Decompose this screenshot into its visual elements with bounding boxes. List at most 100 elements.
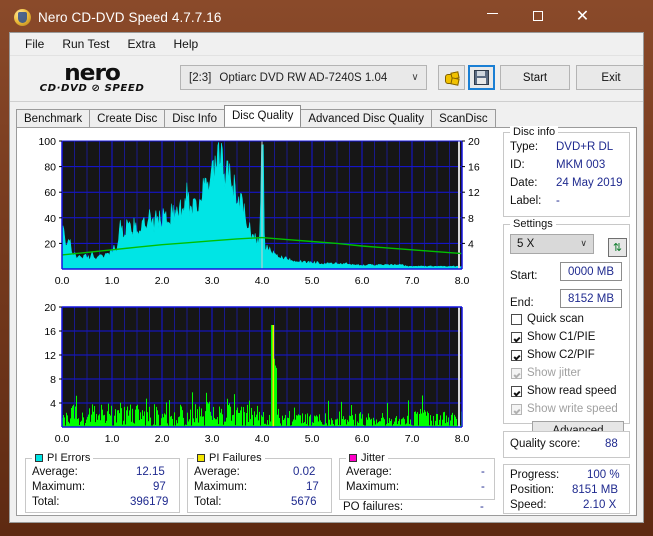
svg-text:3.0: 3.0	[205, 275, 220, 287]
chevron-down-icon: ∨	[411, 72, 419, 83]
svg-text:0.0: 0.0	[55, 275, 70, 287]
svg-text:20: 20	[44, 238, 56, 250]
checkbox-show-c2-pif[interactable]: Show C2/PIF	[511, 349, 595, 361]
checkbox-label: Show write speed	[527, 403, 618, 415]
pi-errors-stats: PI Errors Average: 12.15 Maximum: 97 Tot…	[25, 452, 180, 513]
tab-advanced-disc-quality[interactable]: Advanced Disc Quality	[300, 109, 433, 127]
menu-file[interactable]: File	[16, 35, 53, 53]
menu-run-test[interactable]: Run Test	[53, 35, 118, 53]
maximize-button[interactable]	[515, 0, 560, 31]
quality-score-group: Quality score: 88	[503, 431, 630, 458]
drive-options-button[interactable]	[438, 65, 465, 90]
pi-errors-average-value: 12.15	[136, 466, 165, 478]
menu-help[interactable]: Help	[165, 35, 208, 53]
pi-errors-chart: 20 40 60 80 100 4 8 12 16 20 0.0 1.0 2.0 3.0 4.0 5.0 6.0…	[25, 132, 495, 292]
disc-info-title: Disc info	[510, 126, 559, 138]
toolbar: nero CD·DVD ⊘ SPEED [2:3] Optiarc DVD RW…	[10, 56, 643, 102]
pi-failures-total-value: 5676	[291, 496, 317, 508]
minimize-button[interactable]	[470, 0, 515, 31]
tab-disc-quality[interactable]: Disc Quality	[224, 105, 302, 126]
svg-text:4: 4	[468, 238, 474, 250]
pi-failures-stats: PI Failures Average: 0.02 Maximum: 17 To…	[187, 452, 332, 513]
tab-create-disc[interactable]: Create Disc	[89, 109, 166, 127]
checkbox-label: Show jitter	[527, 367, 581, 379]
pi-errors-maximum-value: 97	[153, 481, 166, 493]
drive-name: Optiarc DVD RW AD-7240S 1.04	[219, 71, 388, 84]
checkbox-quick-scan[interactable]: Quick scan	[511, 313, 584, 325]
tab-scandisc[interactable]: ScanDisc	[431, 109, 496, 127]
client-area: File Run Test Extra Help nero CD·DVD ⊘ S…	[9, 32, 644, 523]
svg-text:8: 8	[50, 374, 56, 386]
jitter-maximum-label: Maximum:	[346, 481, 400, 493]
svg-text:2.0: 2.0	[155, 433, 170, 445]
start-button[interactable]: Start	[500, 65, 570, 90]
tab-benchmark[interactable]: Benchmark	[16, 109, 91, 127]
nero-logo: nero CD·DVD ⊘ SPEED	[22, 63, 162, 94]
tab-disc-info[interactable]: Disc Info	[164, 109, 225, 127]
svg-text:20: 20	[468, 136, 480, 148]
disc-label-value: -	[556, 195, 560, 207]
jitter-average-label: Average:	[346, 466, 392, 478]
close-icon: ✕	[575, 5, 590, 25]
tab-strip: Benchmark Create Disc Disc Info Disc Qua…	[16, 105, 643, 127]
disc-date-value: 24 May 2019	[556, 177, 623, 189]
disc-date-label: Date:	[510, 177, 538, 189]
svg-text:100: 100	[38, 136, 56, 148]
svg-text:3.0: 3.0	[205, 433, 220, 445]
svg-text:4.0: 4.0	[255, 433, 270, 445]
svg-text:20: 20	[44, 302, 56, 314]
checkbox-show-read-speed[interactable]: Show read speed	[511, 385, 617, 397]
disc-info-group: Disc info Type: DVD+R DL ID: MKM 003 Dat…	[503, 126, 630, 217]
disc-type-value: DVD+R DL	[556, 141, 614, 153]
pi-failures-chart-svg: 4 8 12 16 20 0.0 1.0 2.0 3.0 4.0 5.0 6.0 7.0 8.0	[44, 302, 469, 445]
drive-select[interactable]: [2:3] Optiarc DVD RW AD-7240S 1.04 ∨	[180, 65, 427, 90]
svg-text:1.0: 1.0	[105, 275, 120, 287]
pi-failures-color-swatch	[197, 454, 205, 462]
checkbox-label: Show C1/PIE	[527, 331, 596, 343]
progress-label: Progress:	[510, 469, 560, 481]
svg-text:5.0: 5.0	[305, 275, 320, 287]
menu-extra[interactable]: Extra	[118, 35, 164, 53]
svg-text:12: 12	[44, 350, 56, 362]
save-button[interactable]	[468, 65, 495, 90]
pi-failures-title-text: PI Failures	[209, 452, 262, 464]
checkbox-show-write-speed: Show write speed	[511, 403, 618, 415]
disc-type-label: Type:	[510, 141, 539, 153]
plug-icon	[444, 70, 460, 86]
svg-text:4: 4	[50, 398, 56, 410]
progress-value: 100 %	[587, 469, 620, 481]
nero-disc-icon	[14, 8, 31, 26]
disc-id-label: ID:	[510, 159, 525, 171]
refresh-button[interactable]: ⇅	[608, 238, 627, 257]
close-button[interactable]: ✕	[560, 0, 605, 31]
disc-id-value: MKM 003	[556, 159, 606, 171]
end-value[interactable]: 8152 MB	[560, 289, 622, 308]
chevron-down-icon: ∨	[580, 239, 587, 249]
start-label: Start:	[510, 270, 538, 282]
svg-text:5.0: 5.0	[305, 433, 320, 445]
jitter-stats-title: Jitter	[346, 452, 388, 464]
maximize-icon	[532, 10, 543, 21]
end-label: End:	[510, 297, 534, 309]
checkbox-show-jitter: Show jitter	[511, 367, 581, 379]
pi-failures-total-label: Total:	[194, 496, 222, 508]
speed-value: 2.10 X	[583, 499, 617, 511]
pi-errors-average-label: Average:	[32, 466, 78, 478]
checkbox-show-c1-pie[interactable]: Show C1/PIE	[511, 331, 595, 343]
position-label: Position:	[510, 484, 555, 496]
menu-bar: File Run Test Extra Help	[10, 33, 643, 56]
start-value[interactable]: 0000 MB	[560, 262, 622, 281]
speed-select[interactable]: 5 X ∨	[510, 234, 594, 254]
jitter-maximum-value: -	[481, 481, 485, 493]
window-title: Nero CD-DVD Speed 4.7.7.16	[38, 9, 222, 25]
pi-failures-stats-title: PI Failures	[194, 452, 265, 464]
pi-errors-color-swatch	[35, 454, 43, 462]
svg-text:2.0: 2.0	[155, 275, 170, 287]
jitter-average-value: -	[481, 466, 485, 478]
drive-index: [2:3]	[189, 71, 212, 84]
app-window: Nero CD-DVD Speed 4.7.7.16 ✕ File Run Te…	[0, 0, 653, 536]
minimize-icon	[487, 13, 498, 14]
exit-button[interactable]: Exit	[576, 65, 643, 90]
jitter-title-text: Jitter	[361, 452, 385, 464]
pi-errors-total-label: Total:	[32, 496, 60, 508]
